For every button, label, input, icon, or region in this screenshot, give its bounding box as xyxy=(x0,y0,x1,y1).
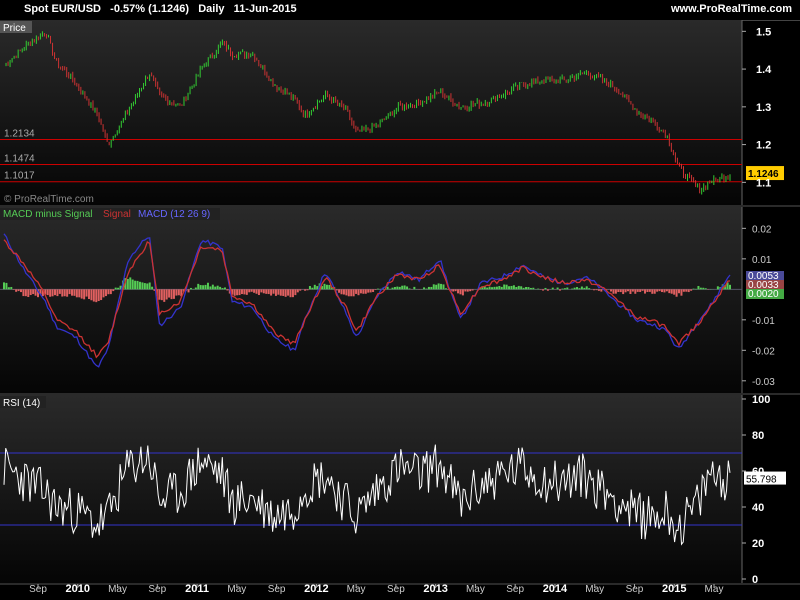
x-tick-label: Sep xyxy=(148,584,166,595)
x-tick-label: Sep xyxy=(506,584,524,595)
chart-canvas[interactable]: 1.21341.14741.10171.11.21.31.41.5Price© … xyxy=(0,0,800,600)
x-tick-label: May xyxy=(347,584,366,595)
rsi-last-label: 55.798 xyxy=(746,475,777,486)
panel-macd-bg xyxy=(0,207,742,393)
x-tick-label: 2010 xyxy=(66,583,90,595)
support-line-label: 1.2134 xyxy=(4,129,35,140)
macd-ytick-label: 0.02 xyxy=(752,224,772,235)
price-ytick-label: 1.4 xyxy=(756,64,772,76)
x-tick-label: Sep xyxy=(29,584,47,595)
price-panel-title: Price xyxy=(3,23,26,34)
panel-rsi-bg xyxy=(0,395,742,583)
x-tick-label: 2015 xyxy=(662,583,686,595)
x-tick-label: May xyxy=(585,584,604,595)
macd-last-label: 0.0020 xyxy=(748,289,779,300)
macd-legend-macd: MACD (12 26 9) xyxy=(138,209,210,220)
rsi-panel-title: RSI (14) xyxy=(3,398,40,409)
macd-ytick-label: -0.03 xyxy=(752,377,775,388)
macd-legend-histogram: MACD minus Signal xyxy=(3,209,92,220)
watermark: © ProRealTime.com xyxy=(4,194,94,205)
x-tick-label: 2013 xyxy=(423,583,447,595)
macd-ytick-label: -0.02 xyxy=(752,346,775,357)
last-price-label: 1.1246 xyxy=(748,169,779,180)
x-tick-label: May xyxy=(705,584,724,595)
price-ytick-label: 1.3 xyxy=(756,102,771,114)
panel-price-bg xyxy=(0,20,742,205)
rsi-ytick-label: 20 xyxy=(752,538,764,550)
macd-legend-signal: Signal xyxy=(103,209,131,220)
x-tick-label: Sep xyxy=(268,584,286,595)
macd-ytick-label: 0.01 xyxy=(752,255,772,266)
x-tick-label: 2012 xyxy=(304,583,328,595)
x-tick-label: Sep xyxy=(626,584,644,595)
x-tick-label: May xyxy=(227,584,246,595)
x-tick-label: Sep xyxy=(387,584,405,595)
rsi-ytick-label: 100 xyxy=(752,394,770,406)
rsi-ytick-label: 40 xyxy=(752,502,764,514)
x-tick-label: 2011 xyxy=(185,583,209,595)
macd-ytick-label: -0.01 xyxy=(752,316,775,327)
rsi-ytick-label: 0 xyxy=(752,574,758,586)
x-tick-label: May xyxy=(466,584,485,595)
support-line-label: 1.1474 xyxy=(4,153,35,164)
x-tick-label: 2014 xyxy=(543,583,568,595)
price-ytick-label: 1.5 xyxy=(756,26,771,38)
support-line-label: 1.1017 xyxy=(4,171,35,182)
rsi-ytick-label: 80 xyxy=(752,430,764,442)
price-ytick-label: 1.2 xyxy=(756,140,771,152)
x-tick-label: May xyxy=(108,584,127,595)
